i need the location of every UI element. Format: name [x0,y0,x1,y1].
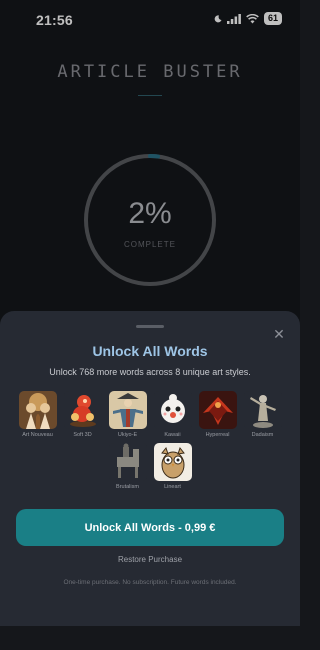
art-style-label: Dadaism [251,432,274,438]
hyperreal-thumbnail [198,391,237,429]
art-style-label: Ukiyo-E [117,432,138,438]
art-style-item: Brutalism [105,443,150,490]
art-styles-grid: Art Nouveau Soft 3D Ukiyo-E Kawaii Hyper… [15,391,285,490]
art-style-item: Soft 3D [60,391,105,438]
lineart-thumbnail [153,443,192,481]
art-style-item: Dadaism [240,391,285,438]
art-style-label: Hyperreal [205,432,230,438]
art-style-label: Kawaii [164,432,181,438]
soft-3d-thumbnail [63,391,102,429]
restore-purchase-link[interactable]: Restore Purchase [0,555,300,564]
art-style-label: Brutalism [116,484,139,490]
purchase-footnote: One-time purchase. No subscription. Futu… [63,579,237,586]
art-style-item: Kawaii [150,391,195,438]
art-style-label: Soft 3D [73,432,92,438]
art-style-item: Lineart [150,443,195,490]
bottom-bar [0,626,300,650]
close-icon[interactable]: ✕ [272,327,286,341]
art-style-label: Lineart [164,484,181,490]
sheet-subtitle: Unlock 768 more words across 8 unique ar… [49,367,251,377]
kawaii-thumbnail [153,391,192,429]
sheet-title: Unlock All Words [92,343,208,359]
art-style-item: Art Nouveau [15,391,60,438]
art-style-item: Hyperreal [195,391,240,438]
art-style-label: Art Nouveau [22,432,53,438]
unlock-sheet: ✕ Unlock All Words Unlock 768 more words… [0,311,300,626]
dadaism-thumbnail [243,391,282,429]
art-nouveau-thumbnail [18,391,57,429]
art-style-item: Ukiyo-E [105,391,150,438]
unlock-all-words-button[interactable]: Unlock All Words - 0,99 € [16,509,284,546]
sheet-grabber[interactable] [136,325,164,328]
ukiyo-e-thumbnail [108,391,147,429]
brutalism-thumbnail [108,443,147,481]
